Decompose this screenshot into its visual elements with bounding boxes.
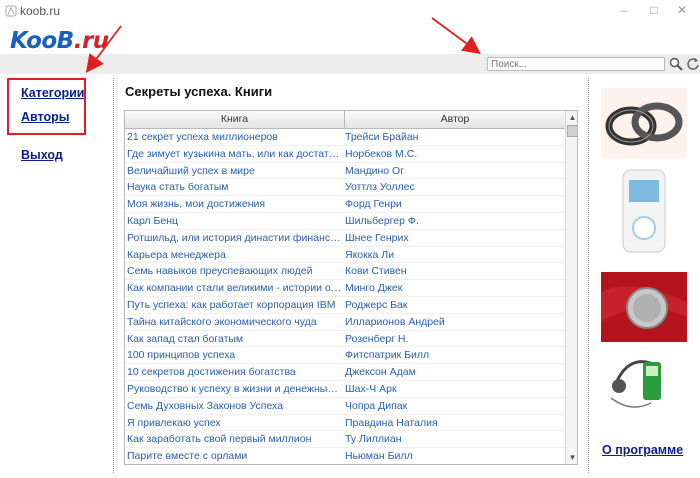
cell-author[interactable]: Джексон Адам — [345, 364, 561, 380]
cell-author[interactable]: Шильбергер Ф. — [345, 213, 561, 229]
cell-book[interactable]: Семь Духовных Законов Успеха — [127, 398, 342, 414]
table-row[interactable]: Семь навыков преуспевающих людей Кови Сти… — [125, 263, 565, 281]
cell-author[interactable]: Ньюман Билл — [345, 448, 561, 464]
table-body: 21 секрет успеха миллионеров Трейси Брайа… — [125, 129, 565, 464]
cell-book[interactable]: Парите вместе с орлами — [127, 448, 342, 464]
scroll-up-icon[interactable]: ▲ — [566, 111, 577, 124]
cell-book[interactable]: Тайна китайского экономического чуда — [127, 314, 342, 330]
window-title: koob.ru — [20, 4, 61, 18]
table-row[interactable]: 100 принципов успеха Фитспатрик Билл — [125, 347, 565, 365]
app-icon — [5, 5, 17, 17]
cell-author[interactable]: Чопра Дипак — [345, 398, 561, 414]
nav-link-exit[interactable]: Выход — [21, 148, 63, 162]
cell-book[interactable]: Карьера менеджера — [127, 247, 342, 263]
cell-author[interactable]: Уоттлз Уоллес — [345, 179, 561, 195]
cell-book[interactable]: Ротшильд, или история династии финансов.… — [127, 230, 342, 246]
cell-book[interactable]: Семь навыков преуспевающих людей — [127, 263, 342, 279]
search-icon[interactable] — [669, 56, 683, 72]
table-row[interactable]: Карьера менеджера Якокка Ли — [125, 247, 565, 264]
cell-book[interactable]: Моя жизнь, мои достижения — [127, 196, 342, 212]
column-header-author[interactable]: Автор — [345, 111, 565, 128]
table-row[interactable]: Семь Духовных Законов Успеха Чопра Дипак — [125, 398, 565, 415]
cell-book[interactable]: 10 секретов достижения богатства — [127, 364, 342, 380]
cell-book[interactable]: Карл Бенц — [127, 213, 342, 229]
table-row[interactable]: Тайна китайского экономического чуда Илла… — [125, 314, 565, 331]
table-row[interactable]: Наука стать богатым Уоттлз Уоллес — [125, 179, 565, 197]
minimize-icon[interactable]: – — [614, 2, 634, 18]
refresh-icon[interactable] — [686, 56, 700, 72]
cell-author[interactable]: Якокка Ли — [345, 247, 561, 263]
cell-author[interactable]: Роджерс Бак — [345, 297, 561, 313]
cell-author[interactable]: Правдина Наталия — [345, 415, 561, 431]
device-on-silk-image[interactable] — [601, 272, 687, 342]
table-row[interactable]: Парите вместе с орлами Ньюман Билл — [125, 448, 565, 464]
table-row[interactable]: Как запад стал богатым Розенберг Н. — [125, 331, 565, 348]
cell-book[interactable]: Где зимует кузькина мать, или как достат… — [127, 146, 342, 162]
right-separator — [588, 78, 589, 473]
close-icon[interactable]: ✕ — [672, 2, 692, 18]
cell-book[interactable]: 21 секрет успеха миллионеров — [127, 129, 342, 145]
table-row[interactable]: Я привлекаю успех Правдина Наталия — [125, 415, 565, 432]
table-row[interactable]: Моя жизнь, мои достижения Форд Генри — [125, 196, 565, 213]
arrow-to-search — [431, 17, 481, 55]
cell-book[interactable]: Как запад стал богатым — [127, 331, 342, 347]
cell-author[interactable]: Шах-Ч Арк — [345, 381, 561, 397]
table-row[interactable]: Как компании стали великими - истории о … — [125, 280, 565, 297]
cell-author[interactable]: Кови Стивен — [345, 263, 561, 279]
cell-author[interactable]: Шнее Генрих — [345, 230, 561, 246]
window-titlebar: koob.ru – □ ✕ — [0, 0, 700, 22]
koob-logo[interactable]: KooB.ru — [10, 28, 109, 54]
table-row[interactable]: Ротшильд, или история династии финансов.… — [125, 230, 565, 247]
page-title: Секреты успеха. Книги — [125, 84, 273, 99]
table-header: Книга Автор — [125, 111, 565, 129]
table-row[interactable]: Путь успеха: как работает корпорация IBM… — [125, 297, 565, 314]
table-row[interactable]: Карл Бенц Шильбергер Ф. — [125, 213, 565, 230]
table-row[interactable]: Как заработать свой первый миллион Ту Лил… — [125, 431, 565, 449]
logo-text: KooB — [10, 28, 74, 54]
player-product-image[interactable] — [601, 168, 687, 254]
table-row[interactable]: Руководство к успеху в жизни и денежных … — [125, 381, 565, 398]
table-row[interactable]: Величайший успех в мире Мандино Ог — [125, 163, 565, 180]
cell-book[interactable]: Как заработать свой первый миллион — [127, 431, 342, 447]
maximize-icon[interactable]: □ — [644, 2, 664, 18]
scrollbar-thumb[interactable] — [567, 125, 577, 137]
cell-book[interactable]: Я привлекаю успех — [127, 415, 342, 431]
cell-author[interactable]: Ту Лиллиан — [345, 431, 561, 447]
cell-book[interactable]: Как компании стали великими - истории о … — [127, 280, 342, 296]
cell-author[interactable]: Минго Джек — [345, 280, 561, 296]
cell-author[interactable]: Мандино Ог — [345, 163, 561, 179]
books-table: Книга Автор 21 секрет успеха миллионеров… — [124, 110, 578, 465]
scroll-down-icon[interactable]: ▼ — [566, 451, 577, 464]
cell-author[interactable]: Трейси Брайан — [345, 129, 561, 145]
cell-author[interactable]: Форд Генри — [345, 196, 561, 212]
cell-author[interactable]: Илларионов Андрей — [345, 314, 561, 330]
table-row[interactable]: 10 секретов достижения богатства Джексон … — [125, 364, 565, 381]
headphones-device-image[interactable] — [601, 348, 687, 418]
column-header-book[interactable]: Книга — [125, 111, 345, 128]
table-row[interactable]: 21 секрет успеха миллионеров Трейси Брайа… — [125, 129, 565, 146]
cell-author[interactable]: Норбеков М.С. — [345, 146, 561, 162]
nav-link-categories[interactable]: Категории — [21, 86, 85, 100]
left-separator — [113, 78, 114, 473]
cell-book[interactable]: Наука стать богатым — [127, 179, 342, 195]
cell-book[interactable]: 100 принципов успеха — [127, 347, 342, 363]
table-scrollbar[interactable]: ▲ ▼ — [565, 111, 577, 464]
cell-author[interactable]: Фитспатрик Билл — [345, 347, 561, 363]
logo-domain: .ru — [73, 28, 109, 54]
cell-author[interactable]: Розенберг Н. — [345, 331, 561, 347]
search-input[interactable] — [487, 57, 665, 71]
cell-book[interactable]: Руководство к успеху в жизни и денежных … — [127, 381, 342, 397]
cell-book[interactable]: Путь успеха: как работает корпорация IBM — [127, 297, 342, 313]
cell-book[interactable]: Величайший успех в мире — [127, 163, 342, 179]
rings-product-image[interactable] — [601, 88, 687, 158]
table-row[interactable]: Где зимует кузькина мать, или как достат… — [125, 146, 565, 163]
nav-link-authors[interactable]: Авторы — [21, 110, 69, 124]
about-program-link[interactable]: О программе — [602, 443, 683, 457]
